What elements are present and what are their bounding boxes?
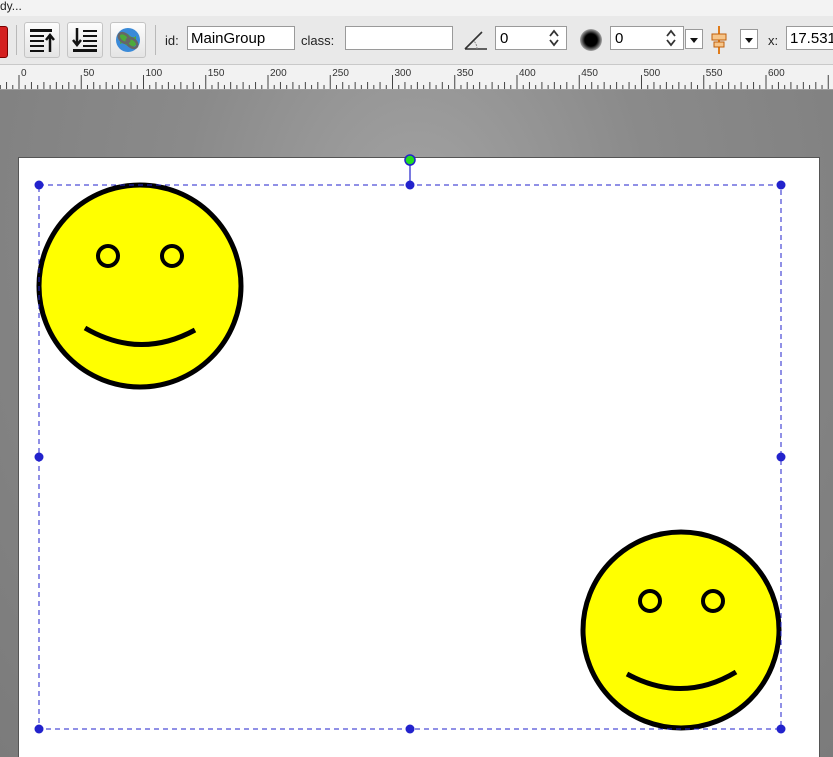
ruler-ticks: 0 50 100 150 200 250 300 350 400 450 500 550 600 (0, 68, 829, 89)
id-input[interactable] (187, 26, 295, 50)
ruler-label: 150 (208, 68, 225, 79)
resize-handle-w (34, 452, 44, 462)
resize-handle-n (405, 180, 415, 190)
ruler-label: 0 (21, 68, 27, 79)
chevron-down-icon (745, 38, 753, 43)
link-button[interactable] (110, 22, 146, 58)
toolbar: id: class: 0 0 x: (0, 16, 833, 65)
blur-spinner[interactable]: 0 (610, 26, 684, 50)
rotate-handle (404, 154, 416, 166)
window-title-bar: dy... (0, 0, 833, 16)
stop-icon[interactable] (0, 26, 8, 58)
spinner-arrows-icon[interactable] (665, 29, 677, 47)
blur-icon (580, 29, 602, 51)
ruler-label: 450 (581, 68, 598, 79)
blur-value: 0 (615, 30, 624, 47)
toolbar-separator (16, 25, 17, 55)
horizontal-ruler: 0 50 100 150 200 250 300 350 400 450 500 550 600 (0, 65, 833, 90)
ruler-label: 300 (395, 68, 412, 79)
ruler-label: 500 (644, 68, 661, 79)
move-to-bottom-icon (72, 28, 97, 52)
ruler-label: 100 (146, 68, 163, 79)
angle-value: 0 (500, 30, 509, 47)
resize-handle-nw (34, 180, 44, 190)
move-to-top-icon (30, 29, 55, 52)
resize-handle-ne (776, 180, 786, 190)
spinner-arrows-icon[interactable] (548, 29, 560, 47)
resize-handle-s (405, 724, 415, 734)
move-to-top-button[interactable] (24, 22, 60, 58)
class-label: class: (301, 33, 335, 48)
link-icon (116, 28, 140, 52)
align-icon[interactable] (707, 25, 731, 55)
move-to-bottom-button[interactable] (67, 22, 103, 58)
chevron-down-icon (690, 38, 698, 43)
align-dropdown[interactable] (740, 29, 758, 49)
resize-handle-e (776, 452, 786, 462)
ruler-label: 350 (457, 68, 474, 79)
x-input[interactable] (786, 26, 833, 50)
ruler-label: 550 (706, 68, 723, 79)
ruler-label: 250 (332, 68, 349, 79)
window-title: dy... (0, 0, 22, 13)
class-input[interactable] (345, 26, 453, 50)
resize-handle-sw (34, 724, 44, 734)
ruler-label: 600 (768, 68, 785, 79)
ruler-label: 50 (83, 68, 95, 79)
smiley-face[interactable] (580, 529, 782, 731)
canvas-area[interactable] (0, 90, 833, 757)
id-label: id: (165, 33, 179, 48)
angle-icon (464, 31, 487, 50)
blur-dropdown[interactable] (685, 29, 703, 49)
angle-spinner[interactable]: 0 (495, 26, 567, 50)
drawing-layer (34, 154, 786, 734)
toolbar-separator (155, 25, 156, 55)
ruler-label: 200 (270, 68, 287, 79)
smiley-face[interactable] (36, 182, 244, 390)
resize-handle-se (776, 724, 786, 734)
ruler-label: 400 (519, 68, 536, 79)
x-label: x: (768, 33, 779, 48)
